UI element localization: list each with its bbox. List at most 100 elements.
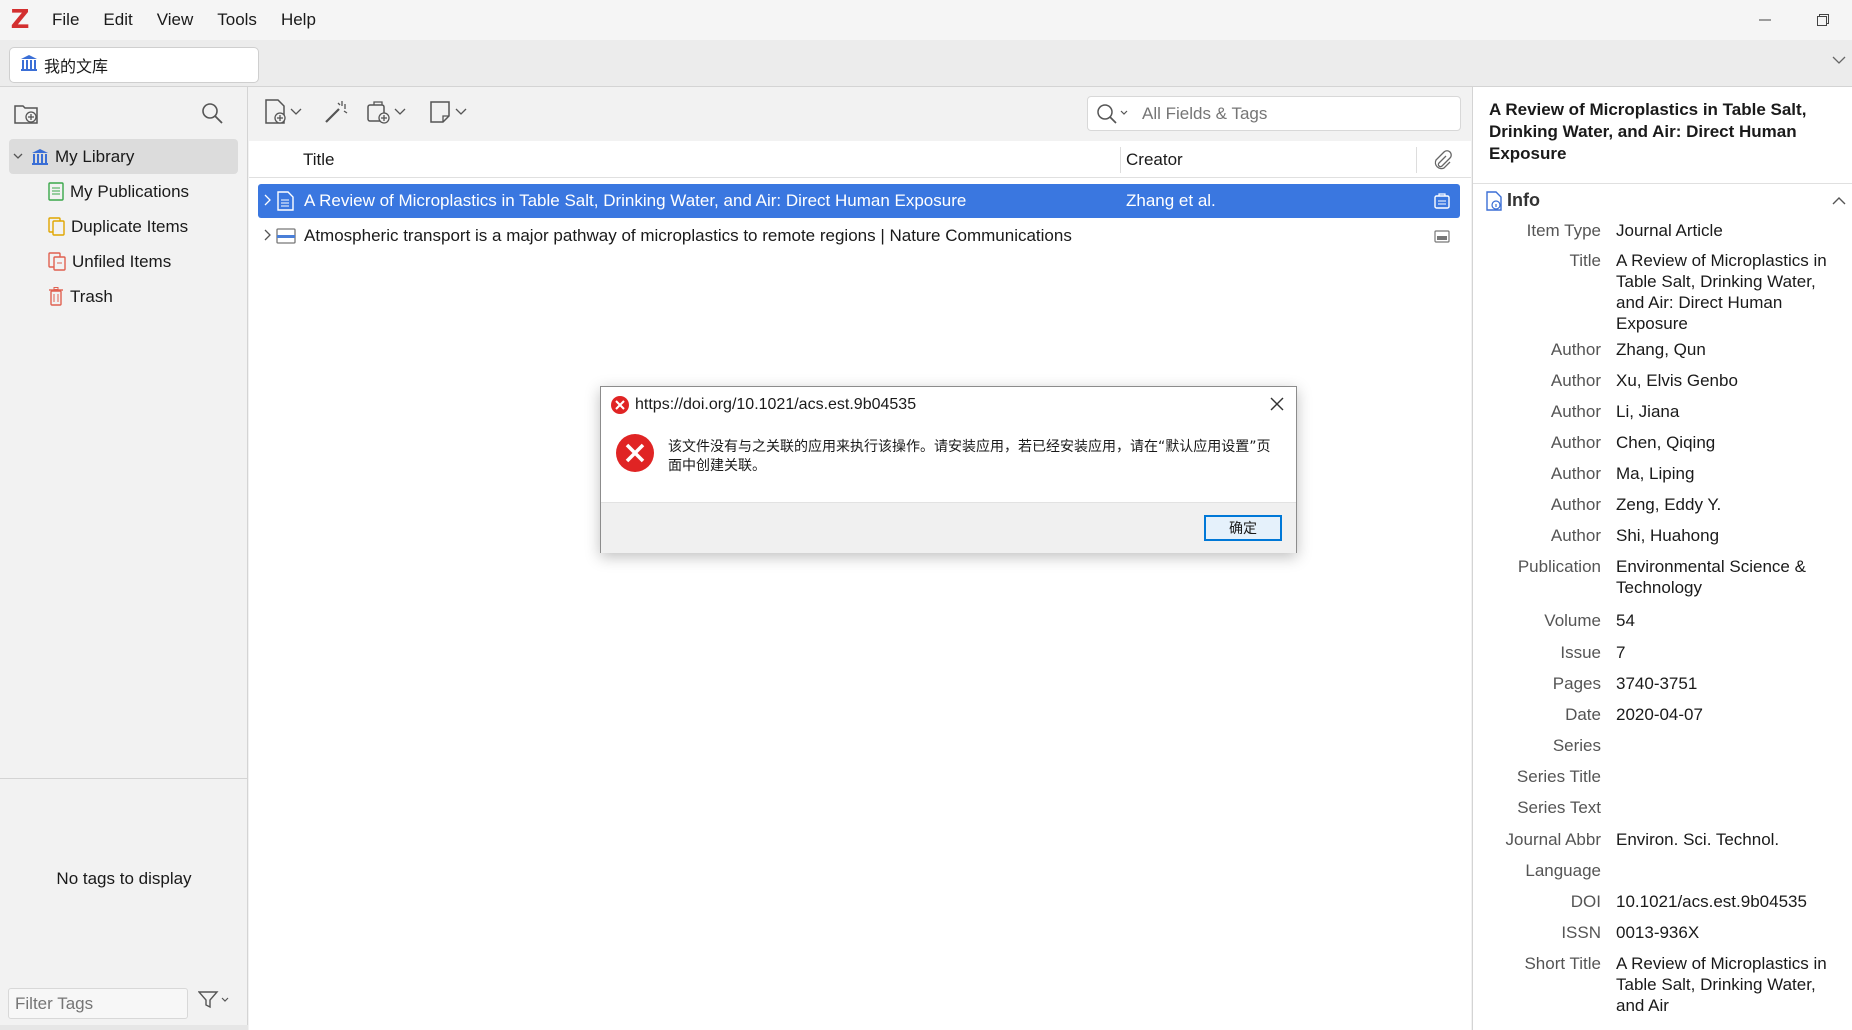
field-value[interactable]: Shi, Huahong	[1616, 525, 1841, 546]
tag-pane-footer	[0, 1025, 248, 1030]
chevron-down-icon	[455, 108, 467, 115]
field-value[interactable]: Xu, Elvis Genbo	[1616, 370, 1841, 391]
tab-my-library[interactable]: 我的文库	[9, 47, 259, 83]
new-item-button[interactable]	[264, 99, 302, 125]
column-resize-handle[interactable]	[1120, 147, 1121, 173]
field-label: Volume	[1544, 611, 1601, 630]
search-mode-button[interactable]	[1096, 103, 1130, 125]
field-label: ISSN	[1561, 923, 1601, 942]
collapse-section-icon[interactable]	[1832, 193, 1846, 209]
collection-unfiled-items[interactable]: Unfiled Items	[0, 244, 247, 279]
field-label: Series Title	[1516, 767, 1601, 786]
item-pane: A Review of Microplastics in Table Salt,…	[1472, 87, 1852, 1030]
column-resize-handle[interactable]	[1416, 147, 1417, 173]
ok-button[interactable]: 确定	[1204, 515, 1282, 541]
restore-button[interactable]	[1794, 0, 1852, 40]
collection-label: Unfiled Items	[72, 251, 172, 271]
filter-icon	[197, 991, 229, 1009]
info-section-header[interactable]: Info	[1485, 190, 1540, 211]
field-label: Author	[1550, 495, 1601, 514]
expand-chevron-icon[interactable]	[258, 194, 276, 209]
field-label: Author	[1550, 433, 1601, 452]
item-search-box[interactable]	[1087, 96, 1461, 131]
field-value[interactable]: Li, Jiana	[1616, 401, 1841, 422]
field-value[interactable]: Environmental Science & Technology	[1616, 556, 1841, 598]
column-creator[interactable]: Creator	[1126, 150, 1183, 170]
field-value[interactable]: 2020-04-07	[1616, 704, 1841, 725]
menu-view[interactable]: View	[145, 0, 206, 40]
tab-label: 我的文库	[44, 59, 109, 76]
field-value[interactable]: 10.1021/acs.est.9b04535	[1616, 891, 1841, 912]
search-input[interactable]	[1142, 103, 1422, 124]
error-dialog: https://doi.org/10.1021/acs.est.9b04535 …	[600, 386, 1297, 553]
collection-my-publications[interactable]: My Publications	[0, 174, 247, 209]
library-icon	[31, 148, 49, 166]
column-attachments[interactable]	[1432, 150, 1452, 175]
items-column-header: Title Creator	[249, 141, 1471, 178]
field-label: Language	[1525, 861, 1601, 880]
item-row[interactable]: Atmospheric transport is a major pathway…	[258, 219, 1460, 253]
field-value[interactable]: Ma, Liping	[1616, 463, 1841, 484]
item-row[interactable]: A Review of Microplastics in Table Salt,…	[258, 184, 1460, 218]
tag-selector-divider[interactable]	[0, 778, 248, 779]
item-title: Atmospheric transport is a major pathway…	[304, 226, 1072, 245]
field-label: Journal Abbr	[1505, 830, 1601, 849]
expand-chevron-icon[interactable]	[13, 151, 27, 163]
field-value[interactable]: A Review of Microplastics in Table Salt,…	[1616, 953, 1841, 1016]
field-label: DOI	[1570, 892, 1601, 911]
field-value[interactable]: Zeng, Eddy Y.	[1616, 494, 1841, 515]
tab-list-chevron-icon[interactable]	[1832, 52, 1846, 68]
chevron-down-icon	[394, 108, 406, 115]
filter-tags-input[interactable]	[8, 988, 188, 1019]
field-value[interactable]: 7	[1616, 642, 1841, 663]
restore-icon	[1817, 14, 1829, 26]
field-label: Series	[1552, 736, 1601, 755]
field-value[interactable]: Environ. Sci. Technol.	[1616, 829, 1841, 850]
collection-duplicate-items[interactable]: Duplicate Items	[0, 209, 247, 244]
column-title[interactable]: Title	[303, 150, 335, 170]
zotero-logo: Z	[10, 5, 30, 35]
collection-my-library[interactable]: My Library	[9, 139, 238, 174]
field-value[interactable]: 0013-936X	[1616, 922, 1841, 943]
field-value[interactable]: Zhang, Qun	[1616, 339, 1841, 360]
note-icon	[430, 101, 450, 123]
field-value[interactable]: Journal Article	[1616, 220, 1841, 241]
unfiled-icon	[48, 252, 66, 271]
new-note-button[interactable]	[429, 99, 467, 125]
dialog-titlebar[interactable]: https://doi.org/10.1021/acs.est.9b04535	[601, 387, 1296, 423]
field-label: Issue	[1560, 643, 1601, 662]
collection-trash[interactable]: Trash	[0, 279, 247, 314]
item-pane-title[interactable]: A Review of Microplastics in Table Salt,…	[1489, 99, 1829, 165]
library-icon	[20, 54, 38, 77]
menu-help[interactable]: Help	[269, 0, 328, 40]
attachment-snapshot-icon[interactable]	[1433, 192, 1451, 210]
menu-tools[interactable]: Tools	[205, 0, 269, 40]
zotero-window: Z File Edit View Tools Help 我的文库 My Libr…	[0, 0, 1852, 1030]
minimize-icon	[1759, 19, 1771, 21]
items-toolbar	[249, 87, 1471, 141]
menu-edit[interactable]: Edit	[91, 0, 144, 40]
field-value[interactable]: 3740-3751	[1616, 673, 1841, 694]
field-value[interactable]: A Review of Microplastics in Table Salt,…	[1616, 250, 1841, 334]
field-label: Author	[1550, 464, 1601, 483]
minimize-button[interactable]	[1736, 0, 1794, 40]
tag-filter-menu-button[interactable]	[197, 990, 230, 1015]
item-creator: Zhang et al.	[1126, 191, 1216, 210]
collection-label: Trash	[70, 286, 113, 306]
menu-file[interactable]: File	[40, 0, 91, 40]
items-pane: Title Creator A Review of Microplastics …	[249, 87, 1471, 1030]
no-tags-message: No tags to display	[56, 869, 192, 888]
dialog-body: 该文件没有与之关联的应用来执行该操作。请安装应用，若已经安装应用，请在“默认应用…	[601, 423, 1296, 489]
menu-bar: Z File Edit View Tools Help	[0, 0, 1852, 40]
field-label: Item Type	[1526, 221, 1601, 240]
add-attachment-button[interactable]	[366, 99, 406, 125]
dialog-close-button[interactable]	[1270, 395, 1284, 416]
expand-chevron-icon[interactable]	[258, 229, 276, 244]
paperclip-icon	[1434, 150, 1452, 170]
info-icon	[1485, 190, 1503, 211]
field-value[interactable]: 54	[1616, 610, 1841, 631]
close-icon	[1270, 397, 1284, 411]
field-value[interactable]: Chen, Qiqing	[1616, 432, 1841, 453]
add-by-identifier-button[interactable]	[323, 99, 349, 125]
attachment-webpage-icon[interactable]	[1433, 228, 1451, 244]
